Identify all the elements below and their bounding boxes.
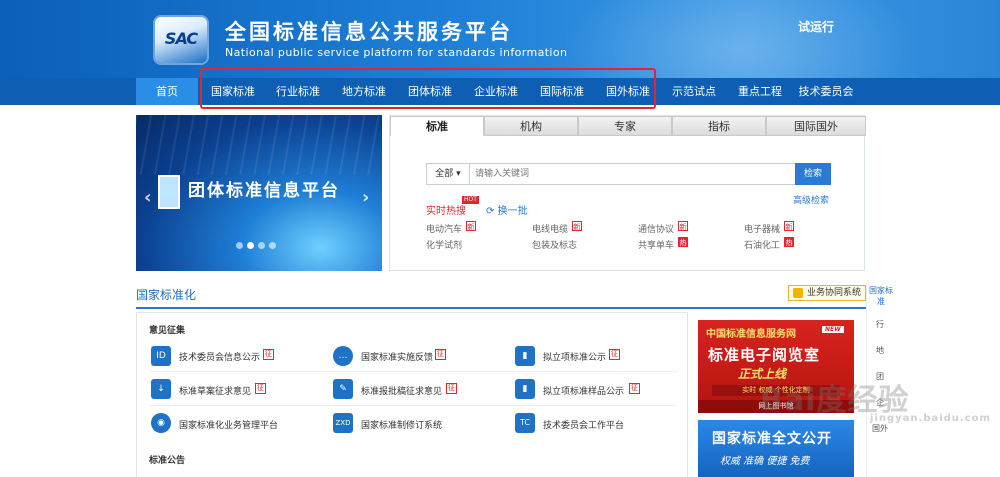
collect-badge: 征 xyxy=(629,383,640,394)
coop-icon xyxy=(793,288,803,298)
list-item[interactable]: 拟立项标准公示 xyxy=(543,350,606,363)
side-nav-foreign[interactable]: 国外 xyxy=(867,423,893,434)
new-badge: 新 xyxy=(784,221,794,231)
tab-indicators[interactable]: 指标 xyxy=(672,116,766,136)
list-item[interactable]: 国家标准化业务管理平台 xyxy=(179,418,278,431)
new-badge: 新 xyxy=(572,221,582,231)
carousel-dot-active[interactable] xyxy=(247,242,254,249)
keyword-link[interactable]: 化学试剂 xyxy=(426,238,462,251)
site-title: 全国标准信息公共服务平台 xyxy=(225,20,513,44)
coop-system-button[interactable]: 业务协同系统 xyxy=(788,285,866,301)
tab-international[interactable]: 国际国外 xyxy=(766,116,866,136)
carousel-prev-icon[interactable]: ‹ xyxy=(144,187,151,208)
collect-badge: 征 xyxy=(255,383,266,394)
standard-announcement-heading: 标准公告 xyxy=(149,456,186,466)
refresh-label: 换一批 xyxy=(497,206,528,217)
search-scope-dropdown[interactable]: 全部 ▾ xyxy=(427,164,470,184)
ad-title: 国家标准全文公开 xyxy=(712,431,832,447)
opinion-collection-heading: 意见征集 xyxy=(149,326,186,336)
tc-monitor-icon: TC xyxy=(515,413,535,433)
hot-badge: HOT xyxy=(462,196,479,204)
nav-technical-committees[interactable]: 技术委员会 xyxy=(795,78,857,105)
full-text-open-ad[interactable]: 国家标准全文公开 权威 准确 便捷 免费 xyxy=(698,420,854,477)
nav-pilot[interactable]: 示范试点 xyxy=(663,78,725,105)
refresh-icon: ⟳ xyxy=(486,206,495,217)
site-subtitle: National public service platform for sta… xyxy=(225,46,568,59)
book-icon: ▮ xyxy=(515,346,535,366)
tab-experts[interactable]: 专家 xyxy=(578,116,672,136)
id-card-icon: ID xyxy=(151,346,171,366)
new-badge: NEW xyxy=(822,326,844,333)
keyword-link[interactable]: 石油化工 xyxy=(744,238,780,251)
search-input[interactable] xyxy=(475,165,795,183)
section-title: 国家标准化 xyxy=(136,288,197,302)
keyword-link[interactable]: 通信协议 xyxy=(638,222,674,235)
carousel-dot[interactable] xyxy=(236,242,243,249)
side-nav-local[interactable]: 地 xyxy=(867,345,893,356)
row-divider xyxy=(149,371,677,372)
list-item[interactable]: 技术委员会信息公示 xyxy=(179,350,260,363)
refresh-link[interactable]: ⟳ 换一批 xyxy=(486,202,528,217)
list-item[interactable]: 拟立项标准样品公示 xyxy=(543,384,624,397)
keyword-link[interactable]: 包装及标志 xyxy=(532,238,577,251)
keyword-link[interactable]: 共享单车 xyxy=(638,238,674,251)
hot-search-label: 实时热搜 xyxy=(426,206,466,217)
banner-decoration xyxy=(136,115,382,175)
search-box: 全部 ▾ xyxy=(426,163,800,185)
collect-badge: 征 xyxy=(263,349,274,360)
list-item[interactable]: 标准报批稿征求意见 xyxy=(361,384,442,397)
keyword-link[interactable]: 电线电缆 xyxy=(532,222,568,235)
standardization-panel: 意见征集 ID 技术委员会信息公示 征 … 国家标准实施反馈 征 ▮ 拟立项标准… xyxy=(136,312,688,477)
download-icon: ↓ xyxy=(151,379,171,399)
keyword-link[interactable]: 电子器械 xyxy=(744,222,780,235)
chat-icon: … xyxy=(333,346,353,366)
ad-title: 标准电子阅览室 xyxy=(708,346,821,364)
banner-title: 团体标准信息平台 xyxy=(188,181,340,201)
nav-key-projects[interactable]: 重点工程 xyxy=(729,78,791,105)
collect-badge: 征 xyxy=(609,349,620,360)
new-badge: 新 xyxy=(466,221,476,231)
hot-tag-badge: 热 xyxy=(784,237,794,247)
list-item[interactable]: 标准草案征求意见 xyxy=(179,384,251,397)
new-badge: 新 xyxy=(678,221,688,231)
search-panel: 标准 机构 专家 指标 国际国外 全部 ▾ 检索 高级检索 实时热搜 HOT ⟳… xyxy=(389,115,866,271)
side-nav-industry[interactable]: 行 xyxy=(867,319,893,330)
advanced-search-link[interactable]: 高级检索 xyxy=(793,193,829,206)
section-divider xyxy=(136,307,866,309)
annotation-highlight-box xyxy=(200,68,656,109)
carousel-dot[interactable] xyxy=(258,242,265,249)
nav-home[interactable]: 首页 xyxy=(136,78,198,105)
carousel-dot[interactable] xyxy=(269,242,276,249)
logo-text: SAC xyxy=(164,29,198,48)
baidu-watermark: Bai度经验 jingyan.baidu.com xyxy=(760,375,990,424)
banner-carousel[interactable]: 团体标准信息平台 ‹ › xyxy=(136,115,382,271)
hot-tag-badge: 热 xyxy=(678,237,688,247)
carousel-next-icon[interactable]: › xyxy=(362,187,369,208)
edit-icon: ✎ xyxy=(333,379,353,399)
site-header: SAC 全国标准信息公共服务平台 National public service… xyxy=(0,0,1000,78)
collect-badge: 征 xyxy=(446,383,457,394)
sac-logo[interactable]: SAC xyxy=(155,17,207,63)
header-glow xyxy=(560,0,920,78)
tab-standards[interactable]: 标准 xyxy=(390,116,484,136)
list-item[interactable]: 技术委员会工作平台 xyxy=(543,418,624,431)
list-item[interactable]: 国家标准实施反馈 xyxy=(361,350,433,363)
zxd-monitor-icon: ZXD xyxy=(333,413,353,433)
row-divider xyxy=(149,405,677,406)
trial-status: 试运行 xyxy=(798,20,835,34)
keyword-link[interactable]: 电动汽车 xyxy=(426,222,462,235)
coop-label: 业务协同系统 xyxy=(807,288,862,298)
ad-subtitle: 权威 准确 便捷 免费 xyxy=(720,456,810,467)
banner-logo-icon xyxy=(158,175,180,209)
list-item[interactable]: 国家标准制修订系统 xyxy=(361,418,442,431)
ad-brand: 中国标准信息服务网 xyxy=(706,329,796,340)
search-button[interactable]: 检索 xyxy=(795,163,831,185)
tab-organizations[interactable]: 机构 xyxy=(484,116,578,136)
globe-icon: ◉ xyxy=(151,413,171,433)
side-nav-national[interactable]: 国家标准 xyxy=(869,285,893,307)
book-icon: ▮ xyxy=(515,379,535,399)
collect-badge: 征 xyxy=(435,349,446,360)
watermark-sub: jingyan.baidu.com xyxy=(870,413,991,424)
